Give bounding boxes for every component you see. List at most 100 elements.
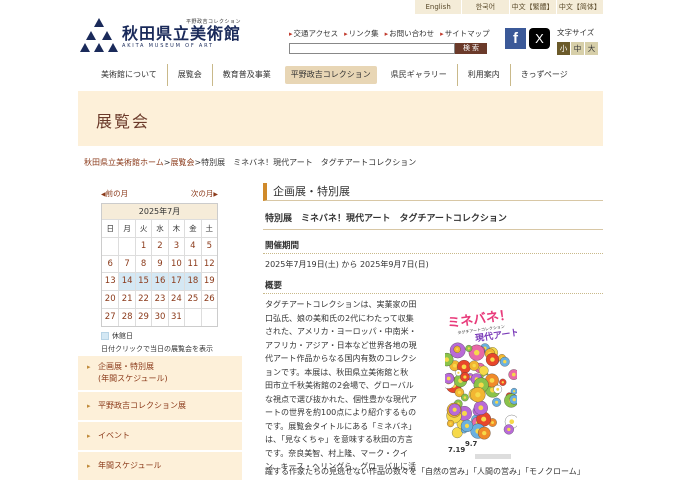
breadcrumb-current: >特別展 ミネバネ！現代アート タグチアートコレクション bbox=[194, 158, 417, 167]
calendar-day[interactable]: 2 bbox=[151, 236, 168, 255]
side-menu-hirano-collection[interactable]: 平野政吉コレクション展 bbox=[78, 392, 242, 422]
calendar-day[interactable]: 11 bbox=[184, 254, 201, 273]
global-nav: 美術館について 展覧会 教育普及事業 平野政吉コレクション 県民ギャラリー 利用… bbox=[91, 64, 578, 86]
sitemap-link[interactable]: サイトマップ bbox=[440, 28, 490, 39]
overview-line: です。奈良美智、村上隆、マーク・クイ bbox=[265, 448, 409, 458]
calendar-day[interactable]: 25 bbox=[184, 290, 201, 308]
lang-korean-link[interactable]: 한국어 bbox=[461, 0, 508, 14]
overview-line: ートの世界を約100点により紹介するもの bbox=[265, 408, 417, 417]
site-logo[interactable]: 平野政吉コレクション 秋田県立美術館 AKITA MUSEUM OF ART bbox=[80, 18, 241, 54]
calendar-weekday: 日 bbox=[102, 219, 119, 237]
exhibition-period: 2025年7月19日(土) から 2025年9月7日(日) bbox=[265, 260, 429, 269]
calendar-day[interactable]: 13 bbox=[102, 272, 119, 290]
side-menu-annual-schedule[interactable]: 年間スケジュール bbox=[78, 452, 242, 480]
overview-line: アフリカ・アジア・日本など世界各地の現 bbox=[265, 340, 417, 350]
calendar-day[interactable]: 9 bbox=[151, 254, 168, 273]
calendar-day[interactable]: 8 bbox=[134, 254, 152, 273]
calendar-day[interactable]: 4 bbox=[184, 236, 201, 255]
nav-gallery[interactable]: 県民ギャラリー bbox=[381, 64, 457, 86]
lang-english-link[interactable]: English bbox=[415, 0, 461, 14]
calendar-day[interactable]: 31 bbox=[167, 307, 185, 326]
calendar-day[interactable]: 3 bbox=[167, 236, 185, 255]
side-menu-special-exhibitions[interactable]: 企画展・特別展 (年間スケジュール) bbox=[78, 356, 242, 392]
side-menu-events[interactable]: イベント bbox=[78, 422, 242, 452]
overview-line: 田市立千秋美術館の2会場で、グローバル bbox=[265, 381, 414, 390]
nav-hirano-collection[interactable]: 平野政吉コレクション bbox=[284, 66, 377, 84]
closed-day-swatch bbox=[101, 331, 109, 340]
prev-month-link[interactable]: 前の月 bbox=[101, 188, 129, 199]
search-input[interactable] bbox=[289, 43, 455, 54]
breadcrumb-exhibitions[interactable]: 展覧会 bbox=[170, 158, 194, 167]
calendar-day[interactable]: 7 bbox=[118, 254, 135, 273]
x-icon[interactable]: X bbox=[529, 28, 550, 49]
page-title: 展覧会 bbox=[96, 112, 151, 131]
lang-simplified-chinese-link[interactable]: 中文【简体】 bbox=[555, 0, 603, 14]
side-menu: 企画展・特別展 (年間スケジュール) 平野政吉コレクション展 イベント 年間スケ… bbox=[78, 356, 242, 480]
overview-line: された、アメリカ・ヨーロッパ・中南米・ bbox=[265, 327, 417, 336]
nav-about[interactable]: 美術館について bbox=[91, 64, 167, 86]
search-button[interactable]: 検 索 bbox=[455, 43, 487, 54]
exhibition-poster[interactable]: ミネバネ！ 現代アート タグチアートコレクション 7.19 9.7 bbox=[445, 306, 517, 463]
next-month-link[interactable]: 次の月 bbox=[191, 188, 218, 199]
calendar-day[interactable]: 28 bbox=[118, 307, 135, 326]
nav-guide[interactable]: 利用案内 bbox=[456, 64, 510, 86]
exhibition-calendar: 前の月 次の月 2025年7月 日月火水木金土12345678910111213… bbox=[101, 188, 218, 354]
social-links: f X bbox=[505, 28, 550, 49]
site-search: 検 索 bbox=[289, 43, 487, 54]
calendar-day[interactable]: 19 bbox=[200, 272, 217, 291]
calendar-day[interactable]: 18 bbox=[184, 272, 201, 291]
overview-heading: 概要 bbox=[263, 279, 603, 294]
nav-education[interactable]: 教育普及事業 bbox=[211, 64, 281, 86]
text-size-control: 文字サイズ 小 中 大 bbox=[557, 27, 598, 55]
logo-title: 秋田県立美術館 bbox=[122, 24, 242, 43]
calendar-day[interactable]: 27 bbox=[102, 307, 119, 326]
calendar-empty-cell bbox=[200, 307, 217, 326]
calendar-day[interactable]: 17 bbox=[167, 272, 185, 291]
calendar-day[interactable]: 15 bbox=[134, 272, 152, 291]
calendar-day[interactable]: 23 bbox=[151, 290, 168, 308]
text-size-label: 文字サイズ bbox=[557, 28, 595, 37]
contact-link[interactable]: お問い合わせ bbox=[385, 28, 434, 39]
calendar-day[interactable]: 1 bbox=[134, 236, 152, 255]
calendar-weekday: 木 bbox=[167, 219, 185, 237]
page-banner: 展覧会 bbox=[78, 91, 603, 146]
poster-date-start: 7.19 bbox=[448, 446, 465, 454]
calendar-day[interactable]: 6 bbox=[102, 254, 119, 273]
overview-line: な視点で選び抜かれた、個性豊かな現代ア bbox=[265, 394, 417, 404]
calendar-day[interactable]: 10 bbox=[167, 254, 185, 273]
calendar-legend: 休館日 bbox=[101, 331, 218, 341]
calendar-day[interactable]: 26 bbox=[200, 290, 217, 308]
calendar-day[interactable]: 20 bbox=[102, 290, 119, 308]
breadcrumb: 秋田県立美術館ホーム>展覧会>特別展 ミネバネ！現代アート タグチアートコレクシ… bbox=[84, 157, 416, 168]
calendar-day[interactable]: 30 bbox=[151, 307, 168, 326]
breadcrumb-home[interactable]: 秋田県立美術館ホーム bbox=[84, 158, 164, 167]
calendar-day[interactable]: 21 bbox=[118, 290, 135, 308]
calendar-day[interactable]: 12 bbox=[200, 254, 217, 273]
lang-traditional-chinese-link[interactable]: 中文【繁體】 bbox=[508, 0, 556, 14]
header-links: 交通アクセス リンク集 お問い合わせ サイトマップ bbox=[289, 28, 490, 39]
main-content: 企画展・特別展 特別展 ミネバネ！現代アート タグチアートコレクション 開催期間… bbox=[263, 183, 603, 478]
access-link[interactable]: 交通アクセス bbox=[289, 28, 339, 39]
period-heading: 開催期間 bbox=[263, 239, 603, 254]
nav-kids[interactable]: きっずページ bbox=[509, 64, 578, 86]
text-size-large-button[interactable]: 大 bbox=[585, 42, 598, 55]
calendar-weekday: 水 bbox=[151, 219, 168, 237]
calendar-note: 日付クリックで当日の展覧会を表示 bbox=[101, 344, 213, 353]
section-title: 企画展・特別展 bbox=[263, 183, 603, 201]
overview-line: ョンです。本展は、秋田県立美術館と秋 bbox=[265, 367, 409, 377]
text-size-medium-button[interactable]: 中 bbox=[571, 42, 584, 55]
calendar-weekday: 月 bbox=[118, 219, 135, 237]
overview-line: は、「見なくちゃ」を意味する秋田の方言 bbox=[265, 435, 413, 444]
calendar-day[interactable]: 29 bbox=[134, 307, 152, 326]
calendar-day[interactable]: 16 bbox=[151, 272, 168, 291]
calendar-day[interactable]: 22 bbox=[134, 290, 152, 308]
links-link[interactable]: リンク集 bbox=[344, 28, 379, 39]
calendar-day[interactable]: 24 bbox=[167, 290, 185, 308]
facebook-icon[interactable]: f bbox=[505, 28, 526, 49]
calendar-day[interactable]: 14 bbox=[118, 272, 135, 291]
overview-continued: 躍する作家たちの見逃せない作品の数々を「自然の営み」「人間の営み」「モノクローム… bbox=[265, 466, 585, 476]
calendar-weekday: 火 bbox=[134, 219, 152, 237]
nav-exhibitions[interactable]: 展覧会 bbox=[166, 64, 212, 86]
calendar-day[interactable]: 5 bbox=[200, 236, 217, 255]
text-size-small-button[interactable]: 小 bbox=[557, 42, 570, 55]
